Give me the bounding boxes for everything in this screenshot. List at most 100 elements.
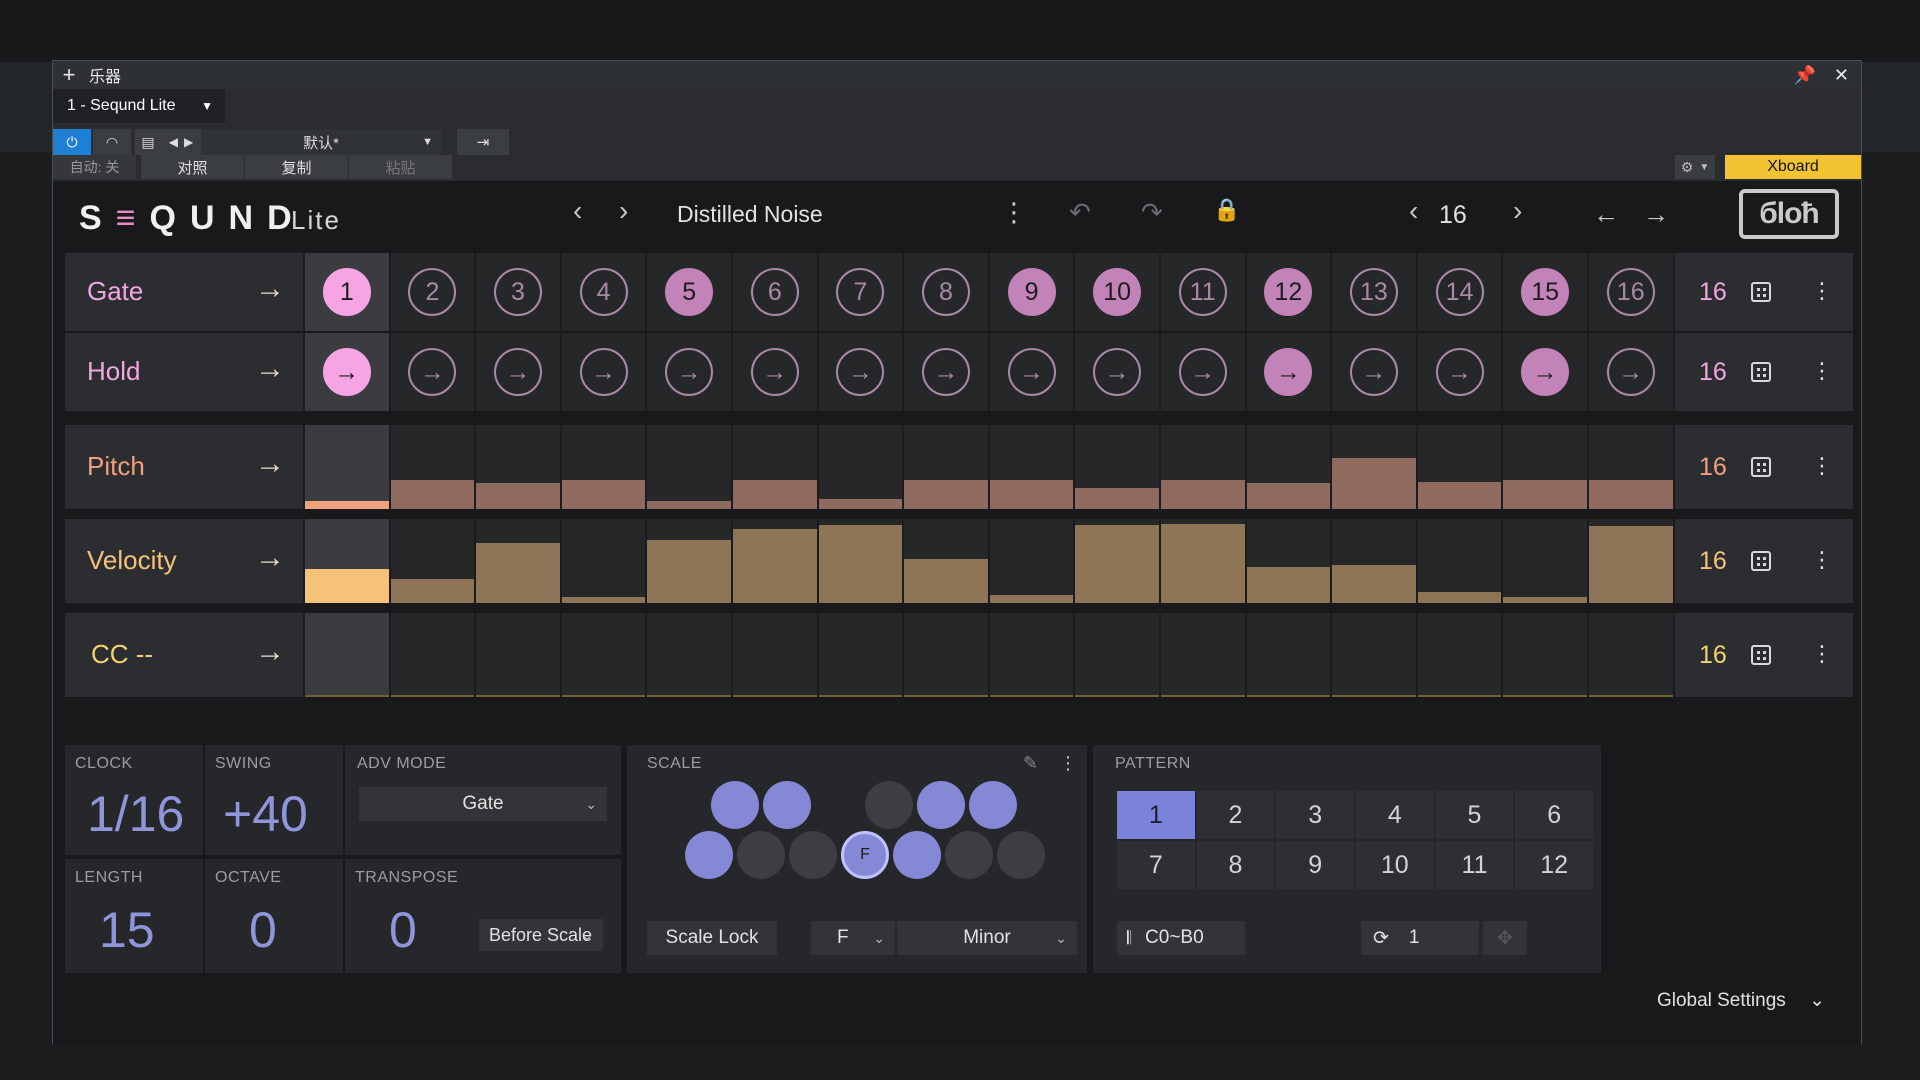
step-cell[interactable] [561, 613, 648, 697]
value-bar[interactable] [904, 559, 988, 603]
value-bar[interactable] [561, 597, 646, 603]
step-cell[interactable]: → [1503, 333, 1589, 411]
step-cell[interactable] [1246, 519, 1333, 603]
gate-step[interactable]: 11 [1178, 268, 1227, 316]
lane-header[interactable]: Hold → [65, 333, 305, 411]
steps-decrease-icon[interactable]: ‹ [1409, 195, 1418, 227]
step-cell[interactable]: → [904, 333, 990, 411]
gate-step[interactable]: 3 [493, 268, 542, 316]
compare-button[interactable]: 对照 [141, 155, 245, 179]
value-bar[interactable] [1332, 458, 1416, 509]
more-icon[interactable]: ⋮ [1811, 358, 1833, 384]
gate-step[interactable]: 2 [408, 268, 457, 316]
step-cell[interactable] [989, 425, 1076, 509]
next-preset-icon[interactable]: › [619, 195, 628, 227]
scale-note-white[interactable] [789, 831, 837, 879]
length-value[interactable]: 15 [99, 901, 155, 959]
value-bar[interactable] [732, 529, 817, 603]
step-cell[interactable] [390, 613, 477, 697]
pattern-slot[interactable]: 2 [1196, 791, 1275, 839]
value-bar[interactable] [732, 695, 817, 697]
value-bar[interactable] [1246, 483, 1331, 509]
gate-step[interactable]: 9 [1007, 268, 1056, 316]
edit-icon[interactable]: ✎ [1023, 753, 1038, 774]
gate-step[interactable]: 8 [921, 268, 970, 316]
hold-arrow-icon[interactable]: → [836, 348, 885, 396]
step-cell[interactable] [1160, 519, 1247, 603]
step-cell[interactable]: 6 [732, 253, 819, 331]
hold-arrow-icon[interactable]: → [1435, 348, 1484, 396]
adv-mode-dropdown[interactable]: Gate ⌄ [359, 787, 607, 821]
value-bar[interactable] [818, 695, 903, 697]
shift-right-icon[interactable]: → [1643, 199, 1669, 230]
step-cell[interactable] [476, 425, 562, 509]
gate-step[interactable]: 12 [1264, 268, 1313, 316]
step-cell[interactable] [305, 519, 391, 603]
value-bar[interactable] [1075, 695, 1159, 697]
value-bar[interactable] [1160, 480, 1245, 509]
step-cell[interactable] [305, 425, 391, 509]
value-bar[interactable] [818, 525, 903, 603]
hold-arrow-icon[interactable]: → [1349, 348, 1398, 396]
randomize-dice-icon[interactable] [1751, 551, 1771, 571]
scale-note-black[interactable] [969, 781, 1017, 829]
value-bar[interactable] [904, 695, 988, 697]
value-bar[interactable] [732, 480, 817, 509]
step-cell[interactable]: 11 [1160, 253, 1247, 331]
prev-icon[interactable]: ◀ [169, 135, 178, 149]
auto-button[interactable]: 自动: 关 [53, 155, 137, 179]
step-cell[interactable] [1417, 425, 1504, 509]
value-bar[interactable] [305, 501, 389, 509]
monitor-button[interactable]: ◠ [93, 129, 131, 155]
shift-left-icon[interactable]: ← [1593, 199, 1619, 230]
pattern-slot[interactable]: 10 [1355, 841, 1434, 889]
gate-step[interactable]: 1 [322, 268, 371, 316]
value-bar[interactable] [1160, 695, 1245, 697]
hold-arrow-icon[interactable]: → [408, 348, 457, 396]
pattern-slot[interactable]: 8 [1196, 841, 1275, 889]
pattern-slot[interactable]: 7 [1117, 841, 1195, 889]
pattern-slot[interactable]: 12 [1515, 841, 1593, 889]
move-icon[interactable]: ✥ [1483, 921, 1527, 955]
direction-arrow-icon[interactable]: → [255, 447, 285, 481]
step-cell[interactable] [647, 613, 733, 697]
step-cell[interactable]: 13 [1332, 253, 1418, 331]
step-cell[interactable]: → [476, 333, 562, 411]
value-bar[interactable] [1160, 524, 1245, 603]
more-icon[interactable]: ⋮ [1811, 278, 1833, 304]
more-icon[interactable]: ⋮ [1811, 547, 1833, 573]
lane-length[interactable]: 16 [1699, 453, 1727, 482]
value-bar[interactable] [305, 695, 389, 697]
value-bar[interactable] [1246, 567, 1331, 603]
step-cell[interactable] [390, 425, 477, 509]
hold-arrow-icon[interactable]: → [665, 348, 714, 396]
swing-panel[interactable]: SWING +40 [205, 745, 343, 855]
scale-note-black[interactable] [711, 781, 759, 829]
step-cell[interactable] [1246, 425, 1333, 509]
value-bar[interactable] [305, 569, 389, 603]
value-bar[interactable] [1075, 525, 1159, 603]
step-cell[interactable] [1075, 425, 1161, 509]
step-cell[interactable] [1332, 613, 1418, 697]
step-cell[interactable] [561, 425, 648, 509]
hold-arrow-icon[interactable]: → [750, 348, 799, 396]
value-bar[interactable] [1075, 488, 1159, 509]
step-cell[interactable] [647, 425, 733, 509]
randomize-dice-icon[interactable] [1751, 362, 1771, 382]
transpose-mode-dropdown[interactable]: Before Scale ⌄ [479, 919, 603, 951]
randomize-dice-icon[interactable] [1751, 645, 1771, 665]
repeat-field[interactable]: ⟳ 1 [1361, 921, 1479, 955]
step-cell[interactable]: → [1246, 333, 1333, 411]
step-cell[interactable] [818, 613, 905, 697]
direction-arrow-icon[interactable]: → [255, 635, 285, 669]
step-cell[interactable] [1075, 613, 1161, 697]
paste-button[interactable]: 粘贴 [349, 155, 453, 179]
value-bar[interactable] [647, 540, 731, 603]
value-bar[interactable] [476, 483, 560, 509]
step-cell[interactable]: 1 [305, 253, 391, 331]
send-button[interactable]: ⇥ [457, 129, 509, 155]
step-cell[interactable] [1588, 519, 1675, 603]
step-cell[interactable] [1332, 425, 1418, 509]
step-cell[interactable]: → [1588, 333, 1675, 411]
step-cell[interactable]: → [390, 333, 477, 411]
